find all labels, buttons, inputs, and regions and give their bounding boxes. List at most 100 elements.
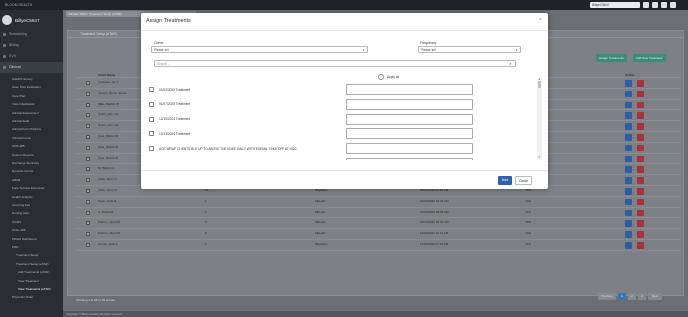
sidebar-item[interactable]: CMS 485 (0, 143, 63, 151)
sidebar-item[interactable]: Add Treatments (eTAR) (0, 269, 63, 277)
delete-icon[interactable] (637, 166, 644, 173)
sidebar-item[interactable]: Clinical Audit (0, 118, 63, 126)
sidebar-item[interactable]: Nursing Alert (0, 210, 63, 218)
row-checkbox[interactable] (86, 124, 90, 129)
settings-icon[interactable] (652, 2, 658, 8)
pager-previous[interactable]: Previous (598, 293, 616, 300)
sidebar-item[interactable]: Physician Order (0, 294, 63, 302)
edit-icon[interactable] (625, 144, 632, 152)
sidebar-item[interactable]: Dynamic Forms (0, 168, 63, 176)
delete-icon[interactable] (637, 155, 644, 163)
edit-icon[interactable] (625, 220, 632, 227)
treatment-note-input[interactable] (346, 113, 473, 125)
account-dropdown[interactable]: BillyeC5647 (590, 2, 640, 8)
row-checkbox[interactable] (86, 145, 90, 150)
scroll-down-icon[interactable]: ▼ (538, 156, 540, 159)
row-checkbox[interactable] (86, 81, 90, 85)
delete-icon[interactable] (637, 177, 644, 184)
sidebar-item[interactable]: Case Shet Evaluation (0, 84, 63, 92)
sidebar-item[interactable]: Treatment Setup (0, 252, 63, 260)
pager-next[interactable]: Next (648, 293, 662, 300)
row-checkbox[interactable] (86, 156, 90, 161)
table-row[interactable]: Nash, India R 1 MELAN 10/15/2022 01:09 AM YE… (76, 197, 681, 208)
list-scrollbar[interactable]: ▲ ▼ (537, 78, 542, 160)
row-checkbox[interactable] (86, 135, 90, 139)
radio-icon[interactable] (378, 74, 384, 80)
close-icon[interactable]: × (539, 17, 542, 23)
help-icon[interactable] (661, 2, 667, 8)
delete-icon[interactable] (637, 242, 644, 249)
col-client-name[interactable]: Client Name (98, 73, 115, 77)
edit-icon[interactable] (625, 123, 632, 130)
client-select[interactable]: Please sel ⇕ (151, 46, 368, 53)
sidebar-item[interactable]: View Treatments (eTAR) (0, 286, 63, 294)
search-input[interactable]: Search... (154, 60, 516, 67)
sidebar-item[interactable]: OASIS (0, 219, 63, 227)
row-checkbox[interactable] (86, 91, 90, 96)
edit-icon[interactable] (625, 242, 632, 249)
nav-scheduling[interactable]: Scheduling (0, 29, 63, 40)
edit-icon[interactable] (625, 177, 632, 184)
delete-icon[interactable] (637, 90, 644, 98)
treatment-checkbox[interactable] (149, 87, 154, 92)
pager-page-1[interactable]: 1 (618, 293, 626, 300)
edit-icon[interactable] (625, 198, 632, 206)
sidebar-item[interactable]: Custom Reports (0, 152, 63, 160)
treatment-note-input[interactable] (346, 84, 473, 95)
edit-icon[interactable] (625, 134, 632, 141)
treatment-checkbox[interactable] (149, 131, 154, 137)
row-checkbox[interactable] (86, 232, 90, 237)
notification-icon[interactable] (643, 2, 649, 8)
add-new-treatment-button[interactable]: Add New Treatment (633, 54, 666, 62)
delete-icon[interactable] (637, 123, 644, 130)
delete-icon[interactable] (637, 188, 644, 195)
treatment-note-input[interactable] (346, 128, 473, 140)
logout-icon[interactable] (670, 2, 676, 8)
sidebar-item[interactable]: Clinical Forms (0, 135, 63, 143)
treatment-note-input[interactable] (346, 158, 473, 160)
sidebar-item[interactable]: Treatment Setup (eTAR) (0, 261, 63, 269)
edit-icon[interactable] (625, 101, 632, 109)
edit-icon[interactable] (625, 80, 632, 87)
delete-icon[interactable] (637, 112, 644, 119)
sidebar-item[interactable]: Discharge Summary (0, 160, 63, 168)
sidebar-item[interactable]: Order 485 (0, 227, 63, 235)
pager-page-3[interactable]: 3 (638, 293, 646, 300)
delete-icon[interactable] (637, 231, 644, 238)
edit-icon[interactable] (625, 231, 632, 238)
assign-treatments-button[interactable]: Assign Treatments (596, 54, 627, 62)
treatment-note-input[interactable] (346, 143, 473, 155)
scroll-thumb[interactable] (538, 81, 541, 88)
table-row[interactable]: Currier, Jack A 1 BillyeDev 11/01/2022 07:5… (76, 240, 681, 251)
table-row[interactable]: Pathan, Jared M 3 MELAN 10/10/2022 02:06 AM… (76, 218, 681, 230)
delete-icon[interactable] (637, 144, 644, 152)
edit-icon[interactable] (625, 209, 632, 217)
table-row[interactable]: Pathan, Jared M 9 MELAN 11/20/2022 10:14 AM… (76, 229, 681, 240)
sidebar-item[interactable]: Clinical Assessment (0, 110, 63, 118)
table-row[interactable]: G, Brazil M 1 MELAN 10/15/2022 09:55 AM YES (76, 208, 681, 219)
sidebar-item[interactable]: Health Analysis (0, 194, 63, 202)
delete-icon[interactable] (637, 80, 644, 87)
row-checkbox[interactable] (86, 221, 90, 226)
sidebar-item[interactable]: View Treatment (0, 278, 63, 286)
sidebar-item[interactable]: PRN (0, 244, 63, 252)
row-checkbox[interactable] (86, 113, 90, 118)
delete-icon[interactable] (637, 220, 644, 227)
add-button[interactable]: Add (498, 176, 512, 185)
row-checkbox[interactable] (86, 167, 90, 172)
treatment-checkbox[interactable] (149, 116, 154, 122)
edit-icon[interactable] (625, 155, 632, 163)
treatment-checkbox[interactable] (149, 146, 154, 152)
edit-icon[interactable] (625, 188, 632, 195)
sidebar-item[interactable]: Client Medication (0, 101, 63, 109)
treatment-checkbox[interactable] (149, 101, 154, 107)
sidebar-item[interactable]: PDGM Dashboard (0, 236, 63, 244)
row-checkbox[interactable] (86, 102, 90, 107)
sidebar-item[interactable]: CAHPS Survey (0, 76, 63, 84)
edit-icon[interactable] (625, 90, 632, 98)
sidebar-item[interactable]: eMAR (0, 177, 63, 185)
delete-icon[interactable] (637, 101, 644, 109)
nav-clinical[interactable]: Clinical (0, 62, 63, 73)
delete-icon[interactable] (637, 209, 644, 217)
search-icon[interactable]: ⌕ (506, 60, 516, 67)
